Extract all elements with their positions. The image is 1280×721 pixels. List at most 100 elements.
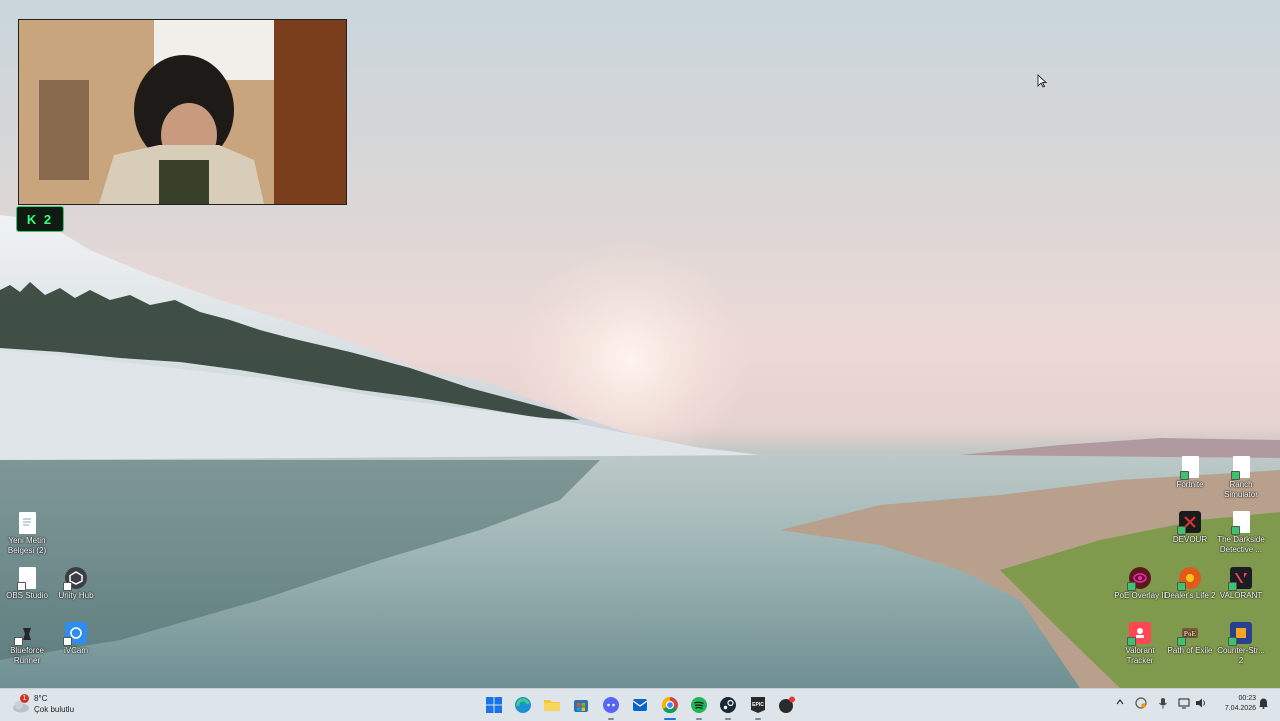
sync-check-icon (1127, 637, 1136, 646)
poe-overlay-icon (1127, 567, 1151, 591)
document-icon (1179, 456, 1199, 480)
unity-hub-icon (63, 567, 87, 591)
k2-overlay-badge: K 2 (16, 206, 64, 232)
desktop-icon-label: iVCam (63, 646, 88, 655)
steam-icon (720, 697, 736, 713)
desktop-icon-blueforce-runner[interactable]: Blueforce Runner (0, 622, 54, 666)
desktop-icon-label: The Darkside Detective ... (1217, 535, 1265, 554)
desktop-icon-label: Fortnite (1176, 480, 1204, 489)
windows-start-icon (486, 697, 502, 713)
desktop-icon-fortnite[interactable]: Fortnite (1163, 456, 1217, 490)
webcam-scene (19, 20, 346, 204)
devour-icon (1177, 511, 1201, 535)
store-icon (574, 700, 588, 712)
mail-icon (632, 699, 648, 711)
taskbar-discord[interactable] (601, 695, 621, 720)
taskbar-steam[interactable] (718, 695, 738, 720)
ivcam-icon (63, 622, 87, 646)
valorant-icon (1228, 567, 1252, 591)
desktop-icon-the-darkside-detective[interactable]: The Darkside Detective ... (1214, 511, 1268, 555)
sync-check-icon (1177, 637, 1186, 646)
record-icon (779, 696, 795, 713)
path-of-exile-icon: PoE (1177, 622, 1201, 646)
speaker-icon (1196, 698, 1205, 708)
microphone-icon (1159, 698, 1167, 709)
desktop-icon-label: Blueforce Runner (10, 646, 44, 665)
blueforce-runner-icon (14, 622, 38, 646)
epic-games-icon: EPIC (751, 697, 765, 713)
desktop-icon-path-of-exile[interactable]: PoE Path of Exile (1163, 622, 1217, 656)
desktop-icon-devour[interactable]: DEVOUR (1163, 511, 1217, 545)
spotify-icon (691, 697, 707, 713)
show-hidden-icons-chevron-up-icon[interactable] (1113, 697, 1127, 711)
desktop-icon-yeni-metin-belgesi[interactable]: Yeni Metin Belgesi (2) (0, 512, 54, 556)
svg-text:EPIC: EPIC (752, 702, 764, 708)
desktop-icon-poe-overlay[interactable]: PoE Overlay II (1113, 567, 1167, 601)
taskbar-store[interactable] (571, 695, 591, 715)
sync-check-icon (1177, 526, 1186, 535)
taskbar: 1 8°C Çok bulutlu EPIC 00:23 7.04.2026 (0, 688, 1280, 721)
volume-tray-icon[interactable] (1194, 697, 1208, 711)
notification-bell-icon[interactable] (1256, 697, 1270, 711)
sync-check-icon (1230, 471, 1240, 480)
network-tray-icon[interactable] (1177, 697, 1191, 711)
clock-date: 7.04.2026 (1224, 705, 1256, 712)
sync-check-icon (1179, 471, 1189, 480)
sync-check-icon (1127, 582, 1136, 591)
sync-check-icon (1230, 526, 1240, 535)
desktop-icon-unity-hub[interactable]: Unity Hub (49, 567, 103, 601)
document-icon (1230, 456, 1250, 480)
taskbar-outlook[interactable] (630, 695, 650, 715)
mouse-cursor-icon (1037, 74, 1047, 88)
desktop-icon-valorant-tracker[interactable]: Valorant Tracker (1113, 622, 1167, 666)
valorant-tracker-icon (1127, 622, 1151, 646)
taskbar-clock[interactable]: 00:23 7.04.2026 (1225, 694, 1256, 714)
desktop-icon-label: Valorant Tracker (1125, 646, 1155, 665)
discord-icon (603, 697, 619, 713)
edge-icon (515, 697, 531, 713)
document-icon (1230, 511, 1250, 535)
weather-alert-badge: 1 (20, 694, 29, 703)
desktop-icon-ranch-simulator[interactable]: Ranch Simulator (1214, 456, 1268, 500)
document-icon (16, 567, 36, 591)
tray-shield-icon (1135, 697, 1147, 709)
desktop-icon-label: Unity Hub (58, 591, 94, 600)
tray-app-icon[interactable] (1134, 697, 1148, 711)
sync-check-icon (1228, 582, 1237, 591)
desktop-icon-valorant[interactable]: VALORANT (1214, 567, 1268, 601)
desktop-icon-label: Yeni Metin Belgesi (2) (7, 536, 47, 555)
taskbar-file-explorer[interactable] (542, 695, 562, 715)
counter-strike-icon (1228, 622, 1252, 646)
desktop-icon-label: DEVOUR (1172, 535, 1208, 544)
text-lines-icon (23, 518, 31, 526)
desktop-icon-obs-studio[interactable]: OBS Studio (0, 567, 54, 601)
desktop-icon-label: Path of Exile (1167, 646, 1213, 655)
clock-time: 00:23 (1238, 695, 1256, 702)
desktop-icon-dealers-life-2[interactable]: Dealer's Life 2 (1163, 567, 1217, 601)
sync-check-icon (1228, 637, 1237, 646)
desktop-icon-counter-strike-2[interactable]: Counter-Str... 2 (1214, 622, 1268, 666)
start-button[interactable] (484, 695, 504, 715)
desktop-icon-label: PoE Overlay II (1114, 591, 1166, 600)
text-document-icon (18, 512, 36, 534)
desktop-icon-label: Ranch Simulator (1224, 480, 1258, 499)
taskbar-recorder[interactable] (777, 695, 797, 715)
taskbar-chrome[interactable] (660, 695, 680, 720)
taskbar-edge[interactable] (513, 695, 533, 715)
desktop-icon-label: Counter-Str... 2 (1217, 646, 1265, 665)
desktop-icon-label: VALORANT (1219, 591, 1263, 600)
network-monitor-icon (1178, 698, 1190, 709)
taskbar-epic-games[interactable]: EPIC (748, 695, 768, 720)
sync-check-icon (1177, 582, 1186, 591)
taskbar-spotify[interactable] (689, 695, 709, 720)
shortcut-arrow-icon (14, 637, 23, 646)
chevron-up-icon (1116, 699, 1124, 705)
microphone-tray-icon[interactable] (1156, 697, 1170, 711)
dealers-life-icon (1177, 567, 1201, 591)
bell-icon (1258, 698, 1268, 709)
shortcut-arrow-icon (63, 582, 72, 591)
weather-condition: Çok bulutlu (34, 705, 75, 714)
desktop-icon-ivcam[interactable]: iVCam (49, 622, 103, 656)
chrome-icon (661, 696, 678, 714)
webcam-overlay (18, 19, 347, 205)
